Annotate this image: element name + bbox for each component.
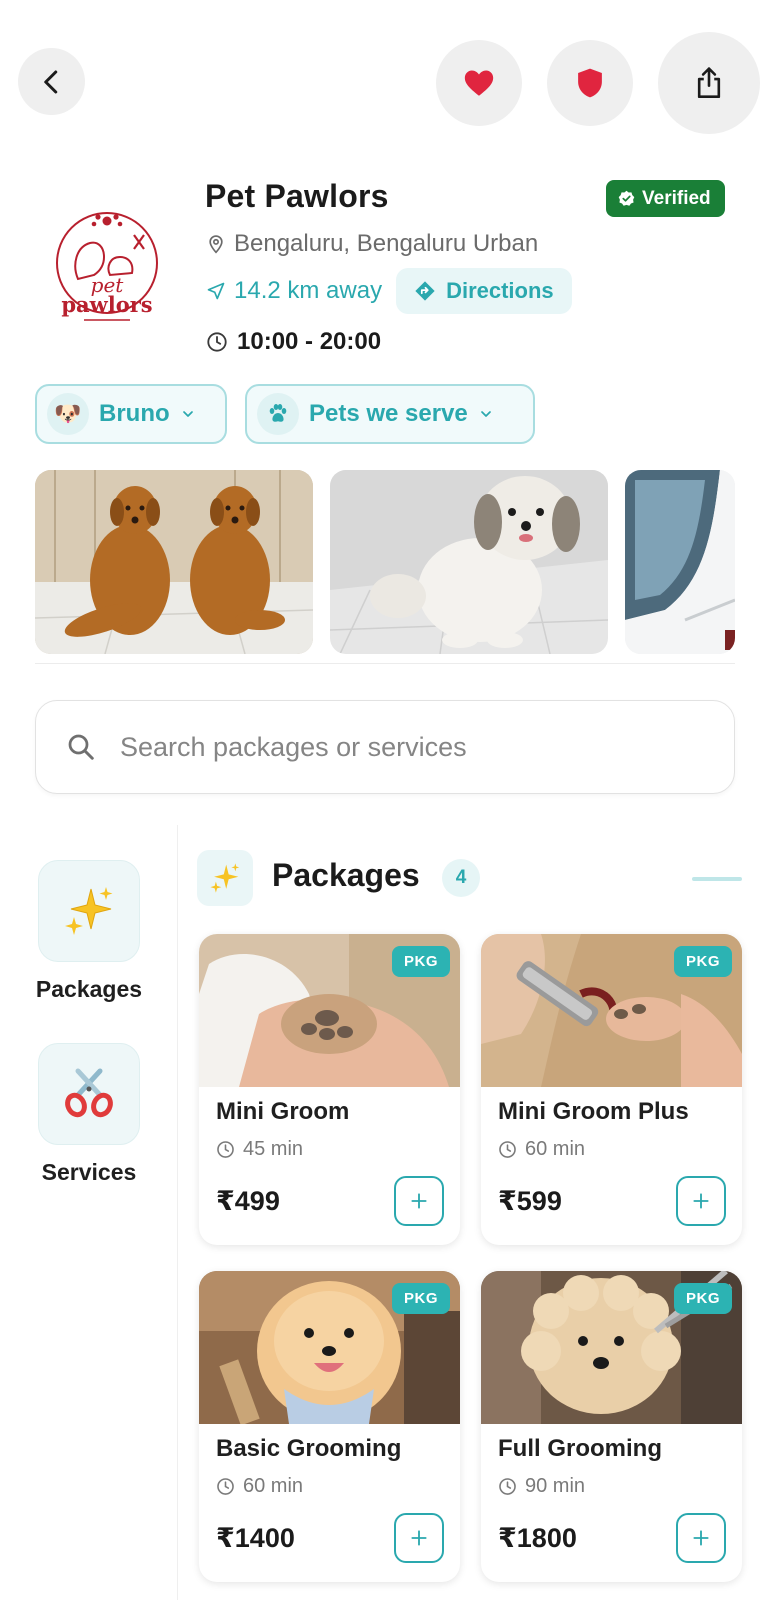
package-price: ₹1400	[216, 1523, 295, 1553]
directions-label: Directions	[446, 278, 554, 303]
pkg-badge: PKG	[391, 1283, 450, 1314]
verified-badge: Verified	[606, 180, 725, 217]
sparkles-icon	[197, 850, 253, 906]
package-card[interactable]: PKG Full Grooming 90 min ₹1800	[481, 1271, 742, 1582]
add-package-button[interactable]	[394, 1176, 444, 1226]
distance-info: 14.2 km away	[206, 277, 382, 305]
paw-icon	[257, 393, 299, 435]
category-sidebar: Packages Services	[0, 825, 178, 1600]
svg-text:pawlors: pawlors	[61, 292, 152, 317]
duration-text: 90 min	[525, 1475, 586, 1497]
share-button[interactable]	[658, 32, 760, 134]
gallery-photo[interactable]	[35, 470, 313, 654]
packages-grid: PKG Mini Groom 45 min ₹499 PKG Mini Groo…	[199, 934, 744, 1582]
search-input[interactable]	[120, 731, 680, 763]
package-price: ₹499	[216, 1186, 280, 1216]
verified-label: Verified	[642, 187, 711, 209]
location-pin-icon	[209, 235, 223, 254]
location-text: Bengaluru, Bengaluru Urban	[234, 230, 539, 257]
filter-chips: 🐶 Bruno Pets we serve	[35, 384, 535, 444]
safety-button[interactable]	[547, 40, 633, 126]
pets-we-serve-label: Pets we serve	[309, 400, 468, 427]
share-icon	[697, 67, 721, 99]
pkg-badge: PKG	[391, 946, 450, 977]
clock-icon	[217, 1478, 234, 1495]
sparkles-icon	[38, 860, 140, 962]
package-image: PKG	[481, 1271, 742, 1424]
package-image: PKG	[199, 934, 460, 1087]
sidebar-item-services[interactable]: Services	[0, 1043, 178, 1186]
package-duration: 60 min	[498, 1138, 585, 1161]
package-card[interactable]: PKG Mini Groom 45 min ₹499	[199, 934, 460, 1245]
add-package-button[interactable]	[676, 1176, 726, 1226]
plus-icon	[693, 1193, 709, 1209]
shield-icon	[578, 68, 602, 98]
sidebar-item-label: Packages	[35, 976, 143, 1002]
package-card[interactable]: PKG Mini Groom Plus 60 min ₹599	[481, 934, 742, 1245]
clock-icon	[499, 1141, 516, 1158]
sidebar-item-packages[interactable]: Packages	[0, 860, 178, 1003]
package-name: Full Grooming	[498, 1435, 662, 1462]
verified-check-icon	[618, 190, 635, 206]
navigation-arrow-icon	[207, 282, 225, 300]
hours-text: 10:00 - 20:00	[237, 328, 382, 355]
plus-icon	[693, 1530, 709, 1546]
location-row: Bengaluru, Bengaluru Urban	[206, 230, 538, 258]
package-duration: 45 min	[216, 1138, 303, 1161]
search-icon	[68, 734, 94, 760]
package-image: PKG	[481, 934, 742, 1087]
pet-name: Bruno	[99, 400, 170, 427]
directions-button[interactable]: Directions	[396, 268, 572, 314]
pkg-badge: PKG	[673, 946, 732, 977]
duration-text: 60 min	[243, 1475, 304, 1497]
dog-avatar-icon: 🐶	[47, 393, 89, 435]
clock-icon	[217, 1141, 234, 1158]
section-count-badge: 4	[442, 859, 480, 897]
package-price: ₹1800	[498, 1523, 577, 1553]
add-package-button[interactable]	[394, 1513, 444, 1563]
package-name: Mini Groom Plus	[498, 1098, 689, 1125]
hours-row: 10:00 - 20:00	[206, 328, 381, 356]
sidebar-item-label: Services	[41, 1159, 137, 1185]
section-indicator	[692, 877, 742, 881]
packages-section-header: Packages 4	[197, 850, 757, 906]
plus-icon	[411, 1530, 427, 1546]
top-bar	[0, 0, 769, 150]
store-header: pet pawlors Pet Pawlors Verified Bengalu…	[0, 170, 769, 370]
chevron-left-icon	[43, 70, 57, 93]
favorite-button[interactable]	[436, 40, 522, 126]
pets-we-serve-chip[interactable]: Pets we serve	[245, 384, 535, 444]
heart-icon	[464, 70, 494, 96]
directions-icon	[415, 281, 435, 301]
scissors-icon	[38, 1043, 140, 1145]
store-logo: pet pawlors	[35, 198, 179, 334]
clock-icon	[207, 332, 227, 352]
photo-gallery[interactable]	[35, 470, 735, 654]
add-package-button[interactable]	[676, 1513, 726, 1563]
pkg-badge: PKG	[673, 1283, 732, 1314]
duration-text: 60 min	[525, 1138, 586, 1160]
distance-text: 14.2 km away	[234, 277, 383, 304]
package-name: Mini Groom	[216, 1098, 350, 1125]
chevron-down-icon	[182, 411, 193, 417]
gallery-photo[interactable]	[330, 470, 608, 654]
duration-text: 45 min	[243, 1138, 304, 1160]
package-duration: 60 min	[216, 1475, 303, 1498]
package-image: PKG	[199, 1271, 460, 1424]
plus-icon	[411, 1193, 427, 1209]
package-price: ₹599	[498, 1186, 562, 1216]
pet-selector-chip[interactable]: 🐶 Bruno	[35, 384, 227, 444]
package-duration: 90 min	[498, 1475, 585, 1498]
chevron-down-icon	[480, 411, 491, 417]
distance-row: 14.2 km away Directions	[206, 268, 572, 314]
clock-icon	[499, 1478, 516, 1495]
section-title: Packages	[272, 857, 420, 893]
package-name: Basic Grooming	[216, 1435, 402, 1462]
back-button[interactable]	[18, 48, 85, 115]
gallery-photo[interactable]	[625, 470, 735, 654]
store-name: Pet Pawlors	[205, 178, 389, 214]
gallery-divider	[35, 663, 735, 664]
package-card[interactable]: PKG Basic Grooming 60 min ₹1400	[199, 1271, 460, 1582]
search-bar[interactable]	[35, 700, 735, 794]
